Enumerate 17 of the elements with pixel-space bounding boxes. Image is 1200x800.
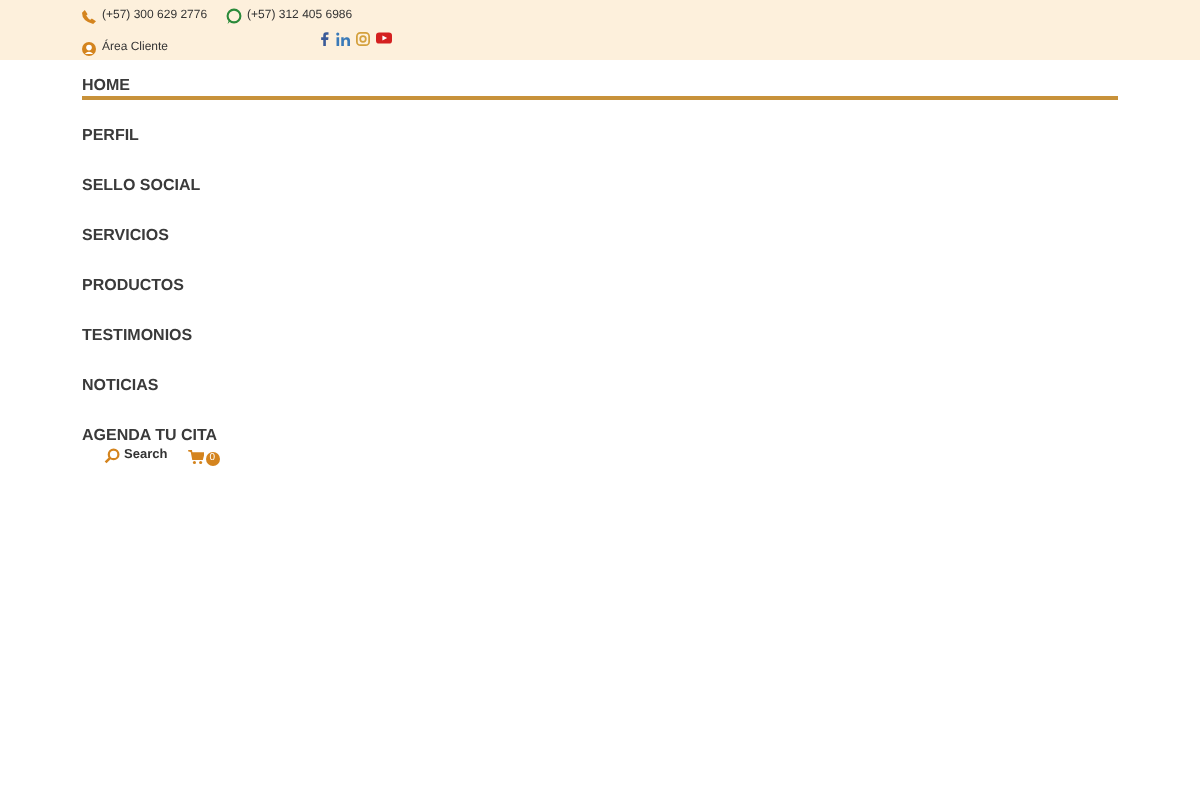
cart-icon[interactable] <box>187 449 204 463</box>
menu-item[interactable]: SERVICIOS <box>82 210 169 260</box>
menu-item[interactable]: AGENDA TU CITA <box>82 410 218 446</box>
menu-item[interactable]: NOTICIAS <box>82 360 159 410</box>
menu-item[interactable]: TESTIMONIOS <box>82 310 193 360</box>
menu-item[interactable]: SELLO SOCIAL <box>82 160 201 210</box>
search-icon <box>104 448 120 464</box>
user-icon <box>82 41 96 55</box>
linkedin-icon[interactable] <box>336 31 350 45</box>
menu-item[interactable]: HOME <box>82 60 1118 100</box>
menu-item[interactable]: PERFIL <box>82 110 139 160</box>
whatsapp-icon <box>225 8 242 24</box>
facebook-icon[interactable] <box>320 31 330 45</box>
menu-item[interactable]: PRODUCTOS <box>82 260 184 310</box>
youtube-icon[interactable] <box>376 32 392 44</box>
instagram-icon[interactable] <box>356 31 370 45</box>
phone-icon <box>82 9 96 23</box>
